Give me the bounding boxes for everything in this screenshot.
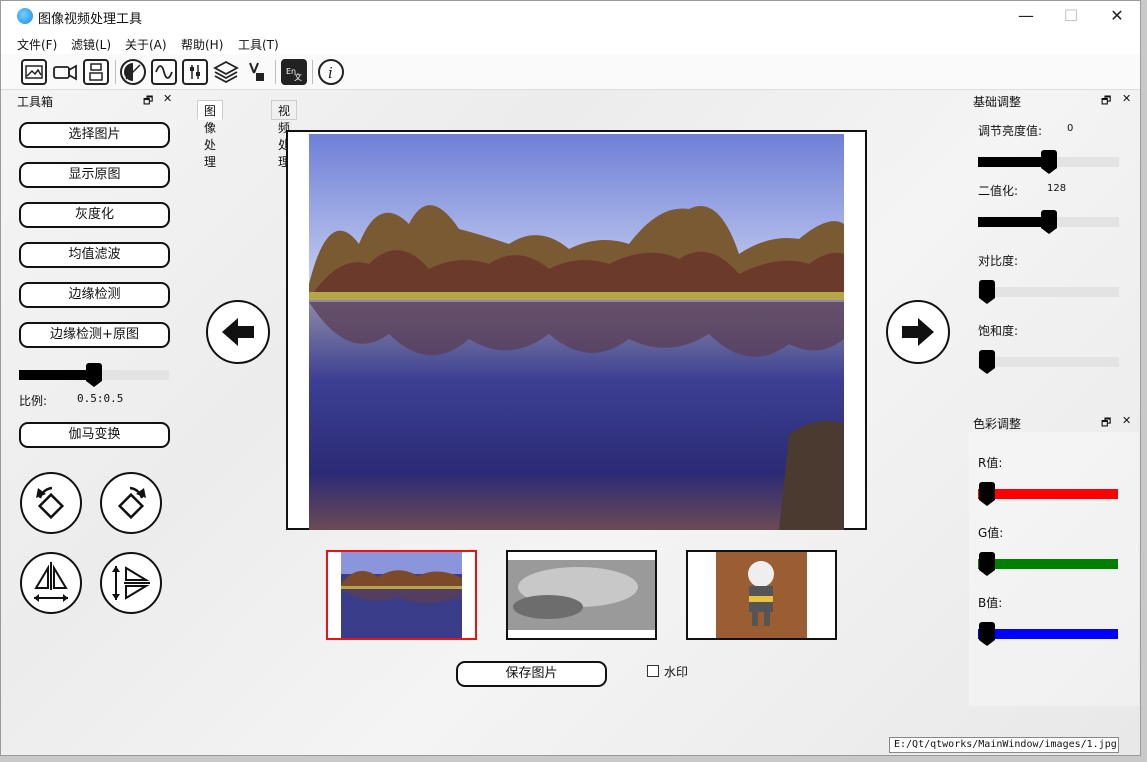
float-icon[interactable]: 🗗	[1101, 92, 1111, 111]
r-label: R值:	[978, 456, 1003, 470]
sliders-icon[interactable]	[182, 59, 208, 85]
flip-horizontal-icon	[34, 562, 68, 602]
svg-text:文: 文	[294, 72, 302, 82]
brightness-label: 调节亮度值:	[978, 124, 1043, 138]
close-icon[interactable]: ✕	[1122, 414, 1131, 427]
rotate-right-icon	[117, 486, 146, 520]
float-icon[interactable]: 🗗	[143, 92, 153, 111]
status-path: E:/Qt/qtworks/MainWindow/images/1.jpg	[889, 737, 1119, 753]
window-title: 图像视频处理工具	[38, 12, 143, 27]
translate-icon[interactable]: En 文	[281, 59, 307, 85]
edge-detect-button[interactable]: 边缘检测	[19, 282, 170, 308]
basic-panel-title: 基础调整	[973, 95, 1022, 109]
rotate-left-icon	[36, 486, 65, 520]
show-original-button[interactable]: 显示原图	[19, 162, 170, 188]
thumbnail-cat[interactable]	[686, 550, 837, 640]
main-image-frame	[286, 130, 867, 530]
crop-icon[interactable]	[244, 59, 270, 85]
maximize-button[interactable]: ☐	[1051, 5, 1091, 27]
b-slider[interactable]	[978, 629, 1118, 639]
b-slider-handle[interactable]	[979, 622, 995, 646]
tab-image-processing[interactable]: 图像处理	[197, 100, 224, 169]
toolbar: En 文 i	[1, 54, 1140, 90]
contrast-icon[interactable]	[120, 59, 146, 85]
mean-filter-button[interactable]: 均值滤波	[19, 242, 170, 268]
watermark-checkbox[interactable]	[647, 665, 659, 677]
basic-panel-title-bar: 基础调整 🗗 ✕	[969, 92, 1139, 111]
flip-horizontal-button[interactable]	[20, 552, 82, 614]
layers-icon[interactable]	[213, 59, 239, 85]
main-window: 图像视频处理工具 — ☐ ✕ 文件(F) 滤镜(L) 关于(A) 帮助(H) 工…	[0, 0, 1141, 756]
previous-image-button[interactable]	[206, 300, 270, 364]
brightness-slider-handle[interactable]	[1041, 150, 1057, 174]
rotate-left-button[interactable]	[20, 472, 82, 534]
b-label: B值:	[978, 596, 1003, 610]
saturation-slider-handle[interactable]	[979, 350, 995, 374]
gamma-button[interactable]: 伽马变换	[19, 422, 170, 448]
menu-filter[interactable]: 滤镜(L)	[71, 36, 111, 53]
ratio-slider-fill	[19, 370, 94, 380]
menu-file[interactable]: 文件(F)	[17, 36, 57, 53]
wave-icon[interactable]	[151, 59, 177, 85]
float-icon[interactable]: 🗗	[1101, 414, 1111, 433]
menu-about[interactable]: 关于(A)	[125, 36, 167, 53]
brightness-slider-fill	[978, 157, 1049, 167]
contrast-label: 对比度:	[978, 254, 1019, 268]
menu-bar: 文件(F) 滤镜(L) 关于(A) 帮助(H) 工具(T)	[1, 32, 1140, 54]
edge-detect-original-button[interactable]: 边缘检测+原图	[19, 322, 170, 348]
toolbar-separator	[312, 60, 313, 84]
next-image-button[interactable]	[886, 300, 950, 364]
g-slider[interactable]	[978, 559, 1118, 569]
video-camera-icon[interactable]	[52, 59, 78, 85]
menu-tools[interactable]: 工具(T)	[238, 36, 279, 53]
flip-vertical-icon	[112, 566, 150, 600]
arrow-right-icon	[902, 318, 934, 346]
contrast-slider-handle[interactable]	[979, 280, 995, 304]
toolbox-title-bar: 工具箱 🗗 ✕	[13, 92, 181, 111]
ratio-slider-handle[interactable]	[86, 363, 102, 387]
g-label: G值:	[978, 526, 1004, 540]
svg-text:i: i	[328, 64, 333, 82]
toolbar-separator	[115, 60, 116, 84]
binary-slider-handle[interactable]	[1041, 210, 1057, 234]
minimize-button[interactable]: —	[1006, 5, 1046, 27]
saturation-slider[interactable]	[978, 357, 1119, 367]
ratio-value: 0.5:0.5	[77, 392, 124, 405]
watermark-label: 水印	[664, 665, 689, 679]
contrast-slider[interactable]	[978, 287, 1119, 297]
r-slider-handle[interactable]	[979, 482, 995, 506]
ratio-label: 比例:	[19, 394, 48, 408]
r-slider[interactable]	[978, 489, 1118, 499]
app-logo-icon	[17, 8, 33, 24]
thumbnail-lake[interactable]	[326, 550, 477, 640]
color-panel-title-bar: 色彩调整 🗗 ✕	[969, 414, 1139, 433]
binary-label: 二值化:	[978, 184, 1019, 198]
rotate-right-button[interactable]	[100, 472, 162, 534]
flip-vertical-button[interactable]	[100, 552, 162, 614]
tab-video-processing[interactable]: 视频处理	[271, 100, 298, 169]
binary-slider-fill	[978, 217, 1049, 227]
toolbar-separator	[275, 60, 276, 84]
close-button[interactable]: ✕	[1097, 5, 1137, 27]
saturation-label: 饱和度:	[978, 324, 1019, 338]
save-image-button[interactable]: 保存图片	[456, 661, 607, 687]
main-image	[309, 134, 844, 530]
info-icon[interactable]: i	[318, 59, 344, 85]
image-icon[interactable]	[21, 59, 47, 85]
menu-help[interactable]: 帮助(H)	[181, 36, 223, 53]
grayscale-button[interactable]: 灰度化	[19, 202, 170, 228]
close-icon[interactable]: ✕	[1122, 92, 1131, 105]
save-icon[interactable]	[83, 59, 109, 85]
toolbox-title: 工具箱	[17, 95, 54, 109]
title-bar: 图像视频处理工具 — ☐ ✕	[1, 1, 1140, 32]
brightness-value: 0	[1067, 123, 1074, 134]
close-icon[interactable]: ✕	[163, 92, 172, 105]
binary-value: 128	[1047, 183, 1067, 194]
select-image-button[interactable]: 选择图片	[19, 122, 170, 148]
color-panel-title: 色彩调整	[973, 417, 1022, 431]
thumbnail-paper[interactable]	[506, 550, 657, 640]
arrow-left-icon	[222, 318, 254, 346]
g-slider-handle[interactable]	[979, 552, 995, 576]
